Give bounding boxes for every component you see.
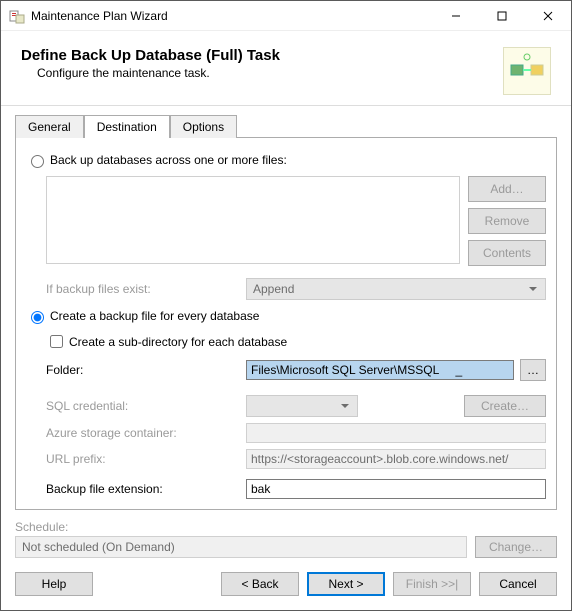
sql-credential-select: [246, 395, 358, 417]
if-exist-label: If backup files exist:: [46, 282, 246, 296]
page-subtitle: Configure the maintenance task.: [37, 66, 503, 80]
window-controls: [433, 1, 571, 31]
minimize-button[interactable]: [433, 1, 479, 31]
backup-extension-label: Backup file extension:: [46, 482, 246, 496]
wizard-footer: Help < Back Next > Finish >>| Cancel: [1, 558, 571, 610]
add-button: Add…: [468, 176, 546, 202]
close-button[interactable]: [525, 1, 571, 31]
folder-input[interactable]: [246, 360, 514, 380]
help-button[interactable]: Help: [15, 572, 93, 596]
radio-across-files-label: Back up databases across one or more fil…: [50, 153, 287, 167]
schedule-section: Schedule: Change…: [15, 520, 557, 558]
change-schedule-button: Change…: [475, 536, 557, 558]
if-exist-select: Append: [246, 278, 546, 300]
next-button[interactable]: Next >: [307, 572, 385, 596]
wizard-icon: [503, 47, 551, 95]
checkbox-subdirectory-label: Create a sub-directory for each database: [69, 335, 287, 349]
contents-button: Contents: [468, 240, 546, 266]
tab-options[interactable]: Options: [170, 115, 237, 138]
schedule-input: [15, 536, 467, 558]
tab-page-destination: Back up databases across one or more fil…: [15, 137, 557, 510]
url-prefix-input: [246, 449, 546, 469]
url-prefix-label: URL prefix:: [46, 452, 246, 466]
checkbox-subdirectory[interactable]: [50, 335, 63, 348]
radio-per-database[interactable]: [31, 311, 44, 324]
finish-button: Finish >>|: [393, 572, 471, 596]
titlebar: Maintenance Plan Wizard: [1, 1, 571, 31]
file-list[interactable]: [46, 176, 460, 264]
radio-across-files[interactable]: [31, 155, 44, 168]
create-credential-button: Create…: [464, 395, 546, 417]
ellipsis-icon: …: [527, 363, 539, 377]
azure-container-input: [246, 423, 546, 443]
folder-label: Folder:: [46, 363, 246, 377]
tab-general[interactable]: General: [15, 115, 84, 138]
tab-strip: General Destination Options: [15, 114, 571, 137]
browse-folder-button[interactable]: …: [520, 359, 546, 381]
wizard-window: Maintenance Plan Wizard Define Back Up D…: [0, 0, 572, 611]
window-title: Maintenance Plan Wizard: [31, 9, 433, 23]
app-icon: [9, 8, 25, 24]
wizard-header: Define Back Up Database (Full) Task Conf…: [1, 31, 571, 106]
tab-destination[interactable]: Destination: [84, 115, 170, 138]
if-exist-value: Append: [253, 282, 294, 296]
sql-credential-label: SQL credential:: [46, 399, 246, 413]
remove-button: Remove: [468, 208, 546, 234]
radio-per-database-label: Create a backup file for every database: [50, 309, 259, 323]
schedule-label: Schedule:: [15, 520, 557, 534]
cancel-button[interactable]: Cancel: [479, 572, 557, 596]
back-button[interactable]: < Back: [221, 572, 299, 596]
page-title: Define Back Up Database (Full) Task: [21, 47, 503, 64]
maximize-button[interactable]: [479, 1, 525, 31]
azure-container-label: Azure storage container:: [46, 426, 246, 440]
backup-extension-input[interactable]: [246, 479, 546, 499]
